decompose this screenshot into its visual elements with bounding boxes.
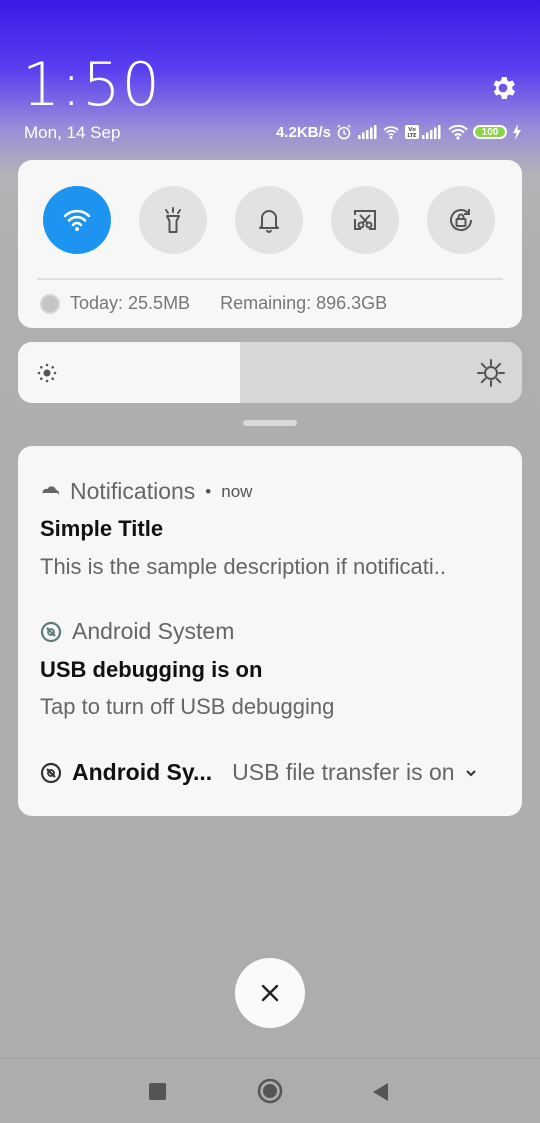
brightness-slider[interactable] [18,342,522,403]
home-icon[interactable] [257,1078,283,1104]
rotation-lock-toggle[interactable] [427,186,495,254]
notification-app-name: Android System [72,618,235,644]
gear-icon[interactable] [488,73,518,103]
charging-icon [513,124,521,140]
notifications-panel: Notifications • now Simple Title This is… [18,446,522,816]
flashlight-toggle[interactable] [139,186,207,254]
navigation-bar [0,1058,540,1123]
clock: 1:50 [22,50,161,120]
sound-toggle[interactable] [235,186,303,254]
signal-icon [358,125,377,139]
cloud-icon [42,485,59,496]
date: Mon, 14 Sep [24,123,121,142]
notification-text: USB file transfer is on [232,759,455,785]
usage-remaining: Remaining: 896.3GB [220,293,388,313]
close-icon [261,984,279,1002]
notification-time-separator: • [205,481,212,501]
battery-indicator: 100 [473,125,507,139]
rotation-lock-icon [450,209,473,232]
divider [37,278,503,280]
status-icons: 4.2KB/s Vo LTE 100 [276,122,522,142]
notification-app-name: Android Sy... [72,759,213,785]
network-speed: 4.2KB/s [275,123,331,141]
clear-all-button[interactable] [235,958,305,1028]
wifi-status-icon [448,124,468,140]
notification-app-name: Notifications [70,478,196,504]
notification-title[interactable]: USB debugging is on [40,657,262,683]
screenshot-toggle[interactable] [331,186,399,254]
usage-today: Today: 25.5MB [70,293,191,313]
android-system-icon [40,762,62,783]
battery-level: 100 [481,126,499,138]
volte-signal-icon: Vo LTE [405,125,441,139]
back-icon[interactable] [371,1082,389,1102]
notification-text[interactable]: This is the sample description if notifi… [40,554,446,580]
android-system-icon [40,621,62,642]
quick-settings-panel: Today: 25.5MB Remaining: 896.3GB [18,160,522,328]
alarm-icon [337,124,351,140]
chevron-down-icon[interactable] [465,768,477,778]
bell-icon [259,210,279,233]
collapsed-notification[interactable]: Android Sy... USB file transfer is on [40,759,477,786]
brightness-high-icon [477,359,505,387]
notification-text[interactable]: Tap to turn off USB debugging [40,694,334,720]
screenshot-icon [354,210,376,230]
wifi-toggle[interactable] [43,186,111,254]
recents-icon[interactable] [149,1083,166,1100]
panel-drag-handle[interactable] [243,420,297,426]
wifi-icon [63,209,91,231]
notification-header[interactable]: Android System [40,618,234,645]
notification-header[interactable]: Notifications • now [40,478,252,505]
brightness-low-icon [37,363,57,383]
svg-text:LTE: LTE [407,133,417,139]
flashlight-icon [165,207,181,233]
notification-title[interactable]: Simple Title [40,516,163,542]
data-usage-icon [40,293,60,314]
hotspot-icon [383,126,399,139]
notification-time: now [221,481,253,501]
data-usage: Today: 25.5MB Remaining: 896.3GB [40,293,387,314]
